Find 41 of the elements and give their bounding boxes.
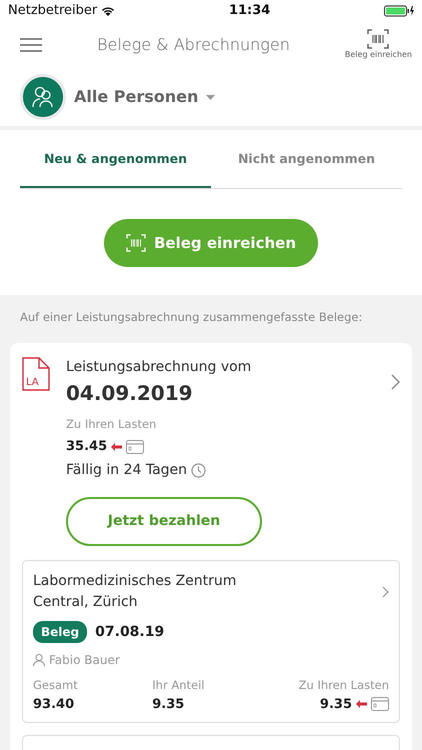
screen-title: Belege & Abrechnungen — [97, 34, 290, 56]
amount-value: 9.35 — [320, 696, 352, 714]
chevron-right-icon — [382, 586, 389, 598]
tab[interactable]: Nicht angenommen — [211, 132, 402, 188]
clock-time: 11:34 — [228, 2, 270, 20]
people-avatar-icon — [20, 74, 66, 120]
barcode-scan-icon — [126, 234, 146, 252]
wifi-icon — [101, 6, 116, 16]
wallet-icon — [126, 440, 144, 454]
receipt-date: 07.08.19 — [95, 622, 164, 642]
wallet-icon — [371, 697, 389, 712]
arrow-left-icon — [356, 700, 367, 708]
receipt-tag: Beleg — [33, 621, 88, 644]
amount-label: Ihr Anteil — [152, 677, 206, 694]
statement-card[interactable] — [10, 342, 412, 750]
charge-amount: 35.45 — [66, 438, 108, 456]
tab[interactable]: Neu & angenommen — [20, 132, 211, 188]
due-date-text: Fällig in 24 Tagen — [66, 461, 188, 480]
chevron-right-icon — [391, 374, 400, 390]
section-caption: Auf einer Leistungsabrechnung zusammengefasste Belege: — [19, 309, 364, 326]
pay-now-button[interactable]: Jetzt bezahlen — [66, 497, 262, 546]
menu-icon[interactable] — [20, 38, 42, 52]
arrow-left-icon — [111, 442, 122, 450]
provider-name: Labormedizinisches Zentrum Central, Zürich — [33, 572, 238, 612]
barcode-scan-icon — [367, 29, 390, 49]
receipt-card[interactable]: Labormedizinisches Zentrum Central, Zürich Beleg 07.08.19 Fabio Bauer Gesamt 93.40 Ihr Anteil 9.35 Zu Ihren Lasten 9.35 — [22, 560, 400, 723]
amount-value: 93.40 — [33, 696, 74, 714]
carrier-name: Netzbetreiber — [8, 2, 98, 20]
charge-label: Zu Ihren Lasten — [66, 416, 158, 432]
person-selector[interactable]: Alle Personen — [74, 85, 216, 109]
statement-date: 04.09.2019 — [66, 380, 194, 406]
person-name: Fabio Bauer — [49, 652, 120, 670]
submit-receipt-button[interactable]: Beleg einreichen — [344, 29, 412, 61]
amount-value: 9.35 — [152, 696, 184, 714]
amount-label: Zu Ihren Lasten — [298, 677, 389, 694]
battery-icon — [384, 5, 414, 17]
clock-icon — [191, 463, 206, 478]
statement-title: Leistungsabrechnung vom — [66, 358, 252, 376]
caret-icon — [206, 94, 216, 100]
amount-label: Gesamt — [33, 677, 79, 694]
person-icon — [33, 654, 45, 666]
